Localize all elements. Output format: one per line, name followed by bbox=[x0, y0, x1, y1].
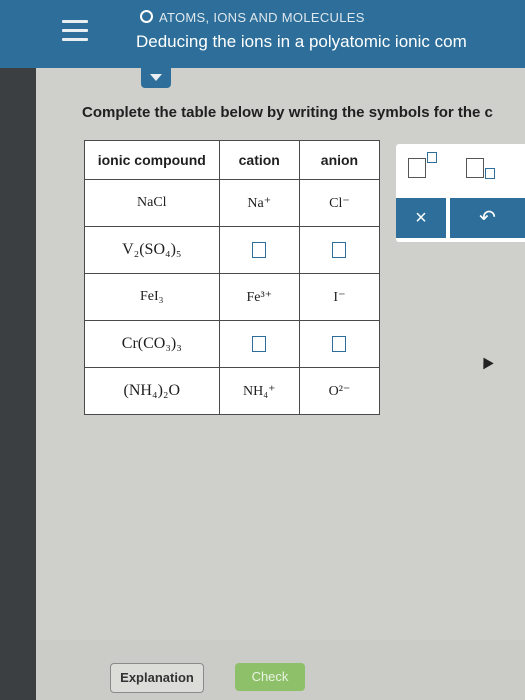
compound-cell: Cr(CO₃)₃ bbox=[84, 320, 220, 368]
table-row: NaCl Na⁺ Cl⁻ bbox=[84, 179, 381, 227]
check-button[interactable]: Check bbox=[235, 663, 305, 691]
cation-cell: Fe³⁺ bbox=[218, 273, 300, 321]
cation-input-box[interactable] bbox=[252, 335, 267, 352]
anion-answer-cell[interactable] bbox=[298, 320, 381, 368]
compound-cell: NaCl bbox=[84, 179, 220, 227]
superscript-icon bbox=[408, 158, 426, 178]
table-row: FeI₃ Fe³⁺ I⁻ bbox=[84, 273, 381, 321]
header-bar: ATOMS, IONS AND MOLECULES Deducing the i… bbox=[0, 0, 525, 68]
ions-table: ionic compound cation anion NaCl Na⁺ Cl⁻… bbox=[84, 140, 381, 415]
close-icon: × bbox=[415, 207, 427, 229]
anion-answer-cell[interactable] bbox=[298, 226, 381, 274]
left-bezel bbox=[0, 68, 36, 700]
topic-circle-icon bbox=[140, 10, 153, 23]
compound-cell: FeI₃ bbox=[84, 273, 220, 321]
mouse-pointer-icon bbox=[478, 354, 494, 370]
anion-cell: I⁻ bbox=[298, 273, 381, 321]
subscript-icon bbox=[466, 158, 484, 178]
header-cation: cation bbox=[218, 140, 300, 180]
header-ionic-compound: ionic compound bbox=[84, 140, 220, 180]
table-row: V₂(SO₄)₅ bbox=[84, 226, 381, 274]
subscript-slot-icon bbox=[485, 168, 495, 179]
anion-cell: O²⁻ bbox=[298, 367, 381, 415]
chevron-down-icon[interactable] bbox=[141, 68, 171, 88]
anion-input-box[interactable] bbox=[332, 335, 347, 352]
table-header-row: ionic compound cation anion bbox=[84, 140, 381, 180]
anion-cell: Cl⁻ bbox=[298, 179, 381, 227]
menu-icon[interactable] bbox=[62, 20, 88, 42]
header-anion: anion bbox=[298, 140, 381, 180]
compound-cell: V₂(SO₄)₅ bbox=[84, 226, 220, 274]
explanation-button[interactable]: Explanation bbox=[110, 663, 204, 693]
cation-input-box[interactable] bbox=[252, 241, 267, 258]
undo-button[interactable]: ↶ bbox=[450, 198, 525, 238]
page-title: Deducing the ions in a polyatomic ionic … bbox=[136, 32, 467, 51]
cation-cell: Na⁺ bbox=[218, 179, 300, 227]
clear-button[interactable]: × bbox=[396, 198, 446, 238]
table-row: Cr(CO₃)₃ bbox=[84, 320, 381, 368]
topic-label: ATOMS, IONS AND MOLECULES bbox=[140, 10, 365, 25]
instructions-text: Complete the table below by writing the … bbox=[82, 104, 493, 121]
cation-answer-cell[interactable] bbox=[218, 320, 300, 368]
cation-cell: NH₄⁺ bbox=[218, 367, 300, 415]
anion-input-box[interactable] bbox=[332, 241, 347, 258]
compound-cell: (NH₄)₂O bbox=[84, 367, 220, 415]
superscript-slot-icon bbox=[427, 152, 437, 163]
table-row: (NH₄)₂O NH₄⁺ O²⁻ bbox=[84, 367, 381, 415]
cation-answer-cell[interactable] bbox=[218, 226, 300, 274]
undo-icon: ↶ bbox=[479, 207, 496, 229]
